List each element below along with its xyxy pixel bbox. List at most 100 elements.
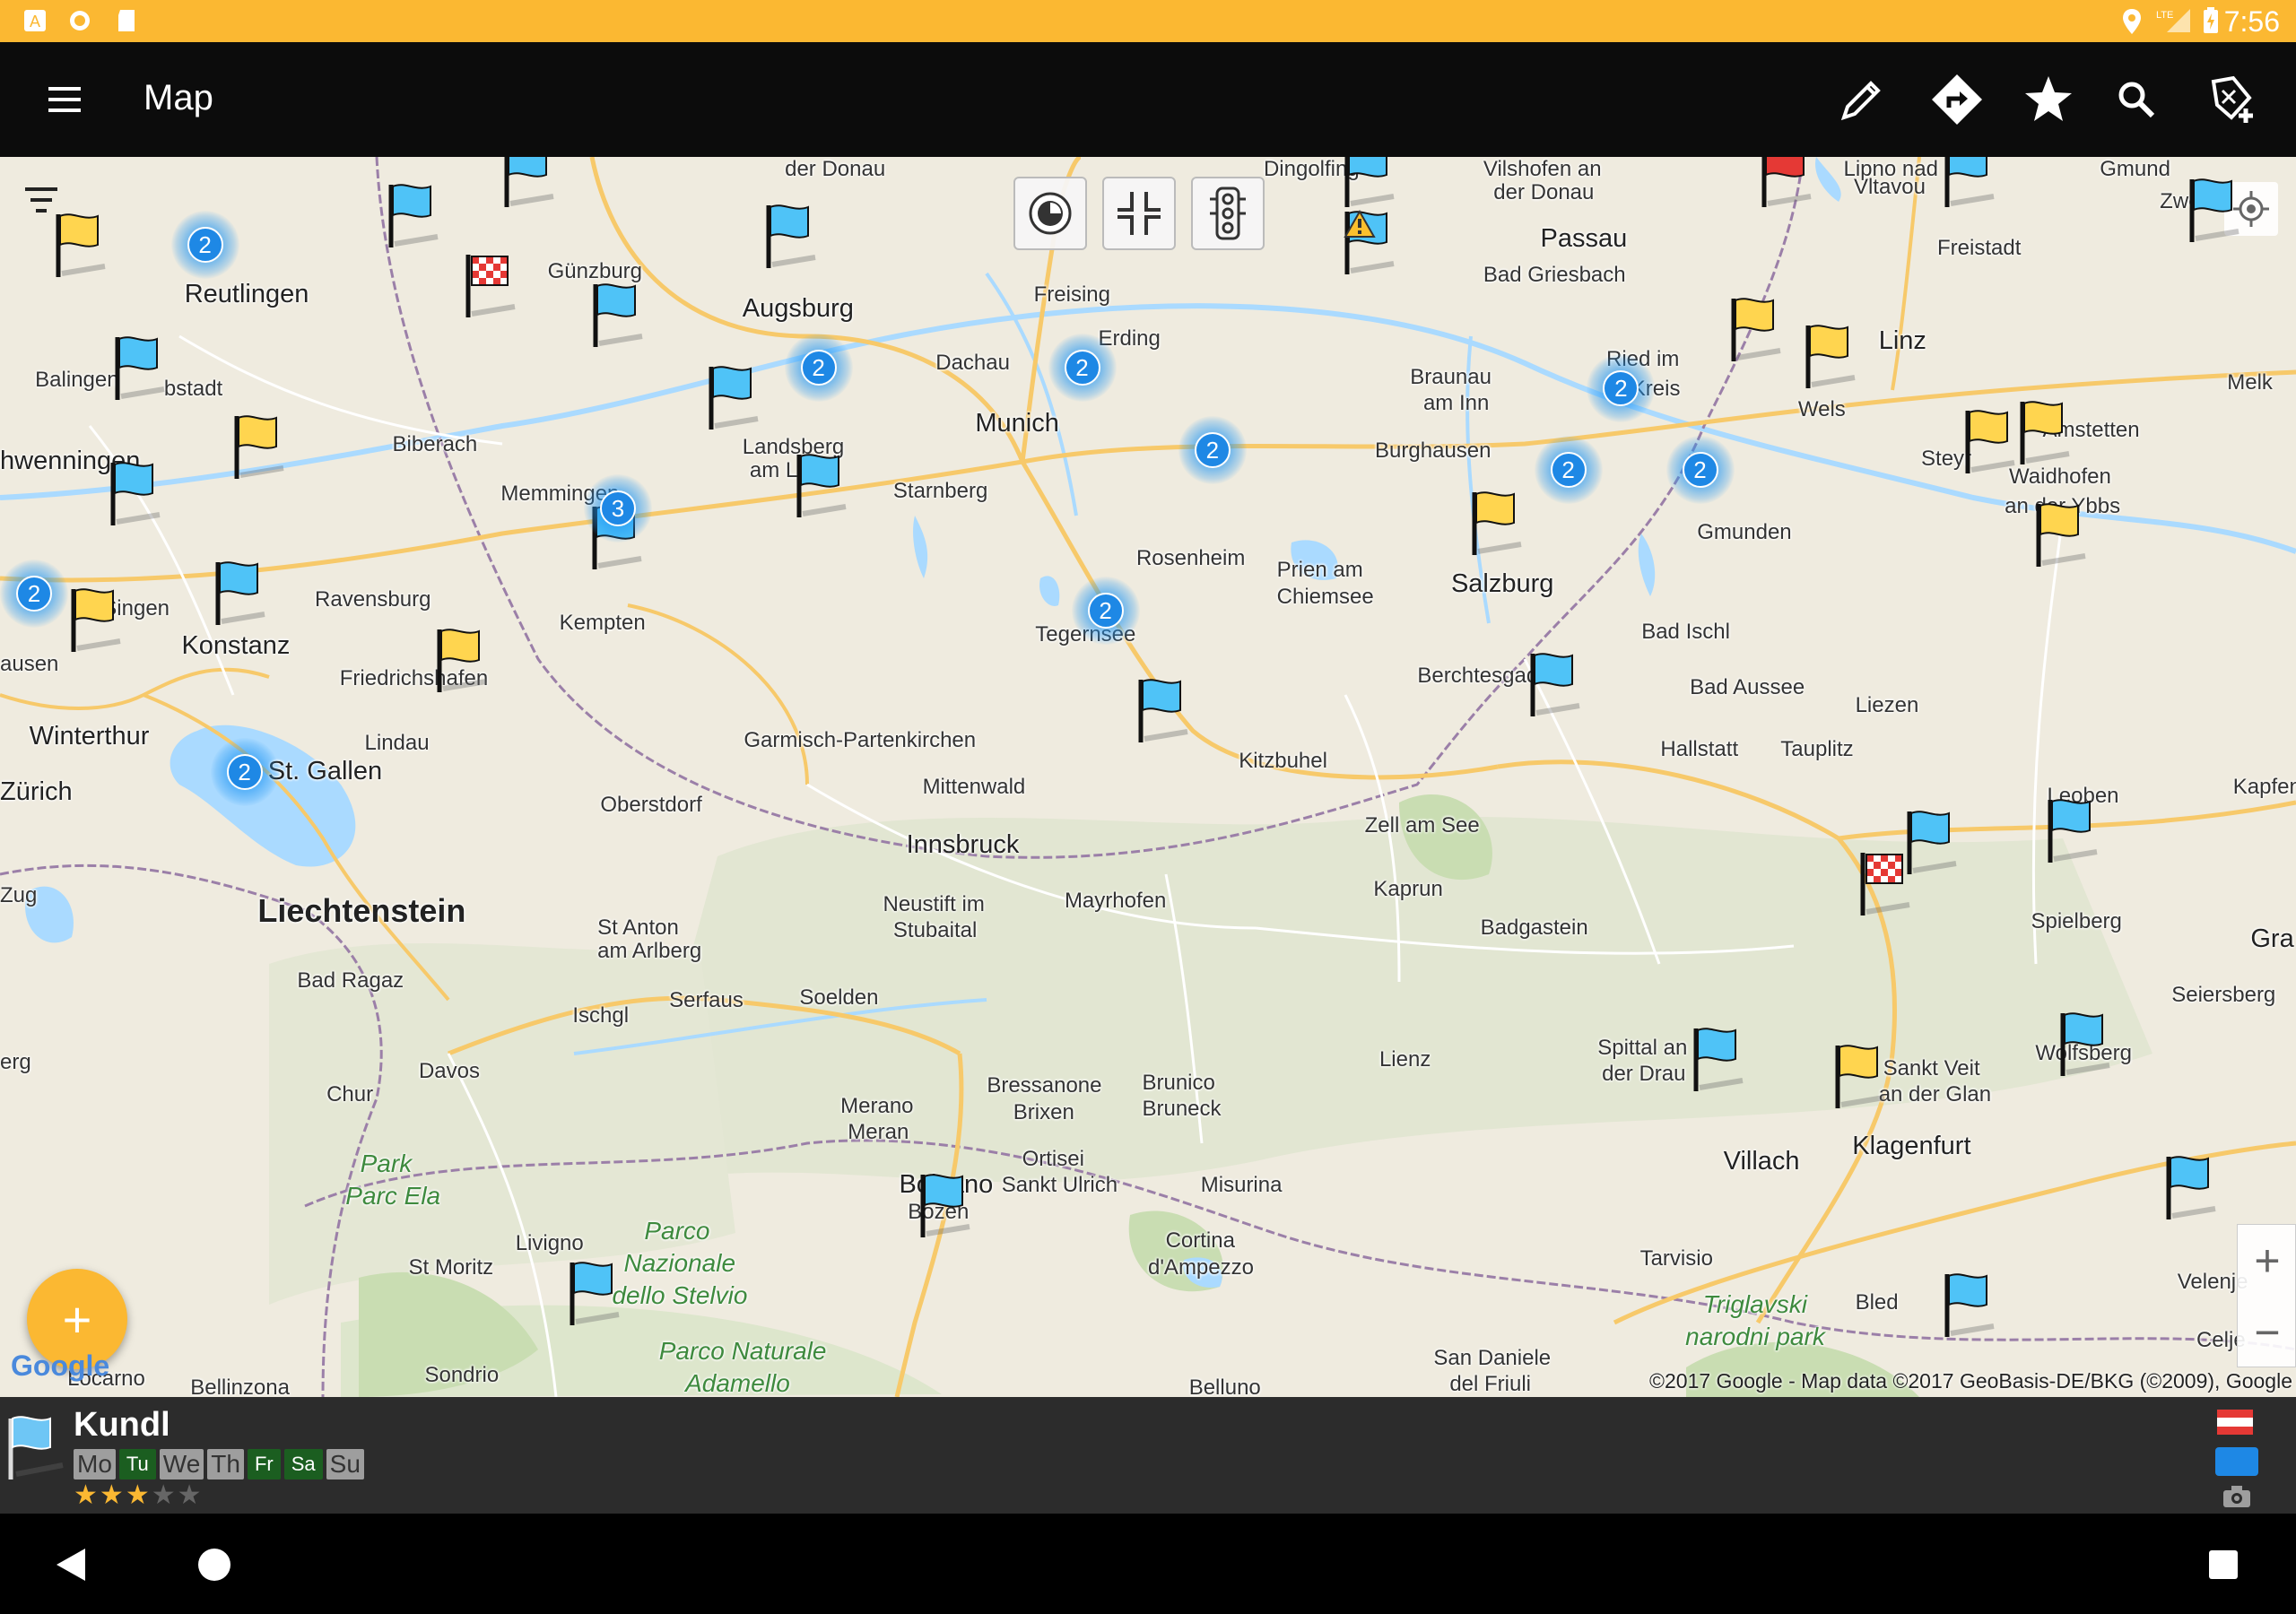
- day-badge-sa: Sa: [283, 1449, 323, 1480]
- place-label: Triglavski: [1702, 1289, 1807, 1318]
- yellow-flag-icon[interactable]: [1799, 320, 1862, 392]
- blue-flag-icon[interactable]: [2160, 1151, 2222, 1223]
- blue-flag-icon[interactable]: [109, 332, 171, 404]
- day-badge-we: We: [159, 1449, 204, 1480]
- yellow-flag-icon[interactable]: [1725, 293, 1787, 365]
- blue-flag-icon[interactable]: [914, 1169, 977, 1241]
- spot-cluster[interactable]: 2: [170, 210, 239, 279]
- cluster-count: 2: [187, 226, 223, 263]
- blue-flag-icon[interactable]: [104, 457, 167, 529]
- spot-cluster[interactable]: 2: [784, 334, 853, 403]
- blue-flag-icon[interactable]: [760, 200, 822, 272]
- place-label: Sankt Veit: [1883, 1055, 1980, 1080]
- place-label: Vltavou: [1853, 174, 1926, 199]
- place-label: Freistadt: [1937, 236, 2022, 261]
- status-bar: A LTE 7:56: [0, 0, 2296, 42]
- cluster-count: 2: [16, 575, 52, 612]
- blue-flag-icon[interactable]: [1132, 674, 1195, 746]
- place-label: Oberstdorf: [600, 792, 702, 817]
- place-label: Mittenwald: [922, 775, 1026, 800]
- recents-square-icon: [2209, 1550, 2238, 1579]
- menu-button[interactable]: [36, 80, 90, 119]
- place-label: Mayrhofen: [1064, 889, 1167, 914]
- search-icon: [2118, 82, 2155, 118]
- blue-flag-icon[interactable]: [563, 1257, 626, 1329]
- blue-flag-icon[interactable]: [2041, 794, 2104, 866]
- parking-filter-button[interactable]: [1013, 177, 1087, 250]
- day-badge-tu: Tu: [118, 1449, 156, 1480]
- map-view[interactable]: der Donau Dingolfing Vilshofen an der Donau…: [0, 157, 2296, 1397]
- warning-flag-icon[interactable]: [1338, 206, 1401, 278]
- yellow-flag-icon[interactable]: [228, 411, 291, 482]
- blue-flag-icon[interactable]: [1338, 157, 1401, 211]
- blue-flag-icon[interactable]: [1938, 157, 2001, 211]
- search-button[interactable]: [2106, 69, 2167, 130]
- spot-cluster[interactable]: 2: [0, 559, 68, 628]
- yellow-flag-icon[interactable]: [1465, 487, 1528, 559]
- map-attribution[interactable]: ©2017 Google - Map data ©2017 GeoBasis-D…: [1649, 1369, 2292, 1393]
- border-crossing-filter-button[interactable]: [1102, 177, 1176, 250]
- spot-cluster[interactable]: 2: [1048, 334, 1117, 403]
- spot-cluster[interactable]: 2: [1665, 436, 1735, 505]
- spot-info-panel[interactable]: Kundl Mo Tu We Th Fr Sa Su ★ ★ ★ ★ ★: [0, 1397, 2296, 1514]
- yellow-flag-icon[interactable]: [2013, 396, 2076, 468]
- blue-flag-icon[interactable]: [1938, 1269, 2001, 1341]
- zoom-in-button[interactable]: +: [2238, 1225, 2296, 1297]
- place-label: der Donau: [785, 157, 886, 181]
- place-label: Garmisch-Partenkirchen: [744, 727, 977, 752]
- blue-flag-icon[interactable]: [209, 557, 272, 629]
- home-circle-icon: [198, 1549, 230, 1581]
- day-badge-mo: Mo: [74, 1449, 116, 1480]
- yellow-flag-icon[interactable]: [2030, 499, 2092, 570]
- place-label: ausen: [0, 651, 59, 676]
- blue-flag-icon[interactable]: [702, 361, 765, 433]
- blue-flag-icon[interactable]: [498, 157, 561, 211]
- spot-cluster[interactable]: 2: [1178, 415, 1247, 484]
- place-label: Bad Ragaz: [297, 968, 404, 993]
- place-label: Winterthur: [29, 722, 150, 751]
- red-flag-icon[interactable]: [1755, 157, 1818, 211]
- spot-cluster[interactable]: 2: [1071, 577, 1140, 646]
- place-label: Prien am: [1276, 558, 1363, 583]
- blue-flag-icon[interactable]: [1524, 648, 1587, 720]
- blue-flag-icon[interactable]: [382, 179, 445, 251]
- blue-flag-icon[interactable]: [587, 279, 649, 351]
- directions-button[interactable]: [1926, 69, 1987, 130]
- favorites-button[interactable]: [2018, 69, 2079, 130]
- yellow-flag-icon[interactable]: [1829, 1040, 1892, 1112]
- cluster-count: 2: [1087, 593, 1124, 629]
- cluster-count: 2: [1682, 452, 1718, 489]
- camera-icon[interactable]: [2222, 1485, 2251, 1508]
- blue-flag-icon[interactable]: [790, 449, 853, 521]
- spot-cluster[interactable]: 2: [210, 737, 279, 806]
- edit-button[interactable]: [1831, 69, 1892, 130]
- home-button[interactable]: [190, 1540, 239, 1589]
- zoom-out-button[interactable]: −: [2238, 1297, 2296, 1368]
- yellow-flag-icon[interactable]: [430, 624, 493, 696]
- place-label: Bellinzona: [190, 1375, 290, 1398]
- add-location-button[interactable]: [2201, 69, 2262, 130]
- spot-cluster[interactable]: 3: [583, 473, 652, 542]
- blue-flag-icon[interactable]: [2054, 1008, 2117, 1080]
- place-label: Passau: [1540, 224, 1628, 254]
- place-label: Villach: [1723, 1146, 1800, 1176]
- place-label: Munich: [975, 408, 1059, 438]
- back-triangle-icon: [57, 1549, 85, 1581]
- svg-text:LTE: LTE: [2156, 10, 2173, 21]
- traffic-filter-button[interactable]: [1191, 177, 1265, 250]
- recents-button[interactable]: [2199, 1540, 2248, 1589]
- yellow-flag-icon[interactable]: [49, 209, 112, 281]
- blue-flag-icon[interactable]: [2183, 174, 2246, 246]
- spot-cluster[interactable]: 2: [1587, 353, 1656, 422]
- austria-flag-icon: [2217, 1410, 2253, 1435]
- blue-flag-icon[interactable]: [1687, 1023, 1750, 1095]
- back-button[interactable]: [47, 1540, 95, 1589]
- spot-cluster[interactable]: 2: [1534, 436, 1603, 505]
- checkered-flag-icon[interactable]: [459, 249, 522, 321]
- blue-flag-icon: [4, 1411, 68, 1483]
- yellow-flag-icon[interactable]: [65, 584, 127, 655]
- place-label: Park: [360, 1150, 413, 1178]
- place-label: Melk: [2227, 370, 2273, 395]
- place-label: Gra: [2250, 924, 2294, 953]
- checkered-flag-icon[interactable]: [1854, 847, 1917, 919]
